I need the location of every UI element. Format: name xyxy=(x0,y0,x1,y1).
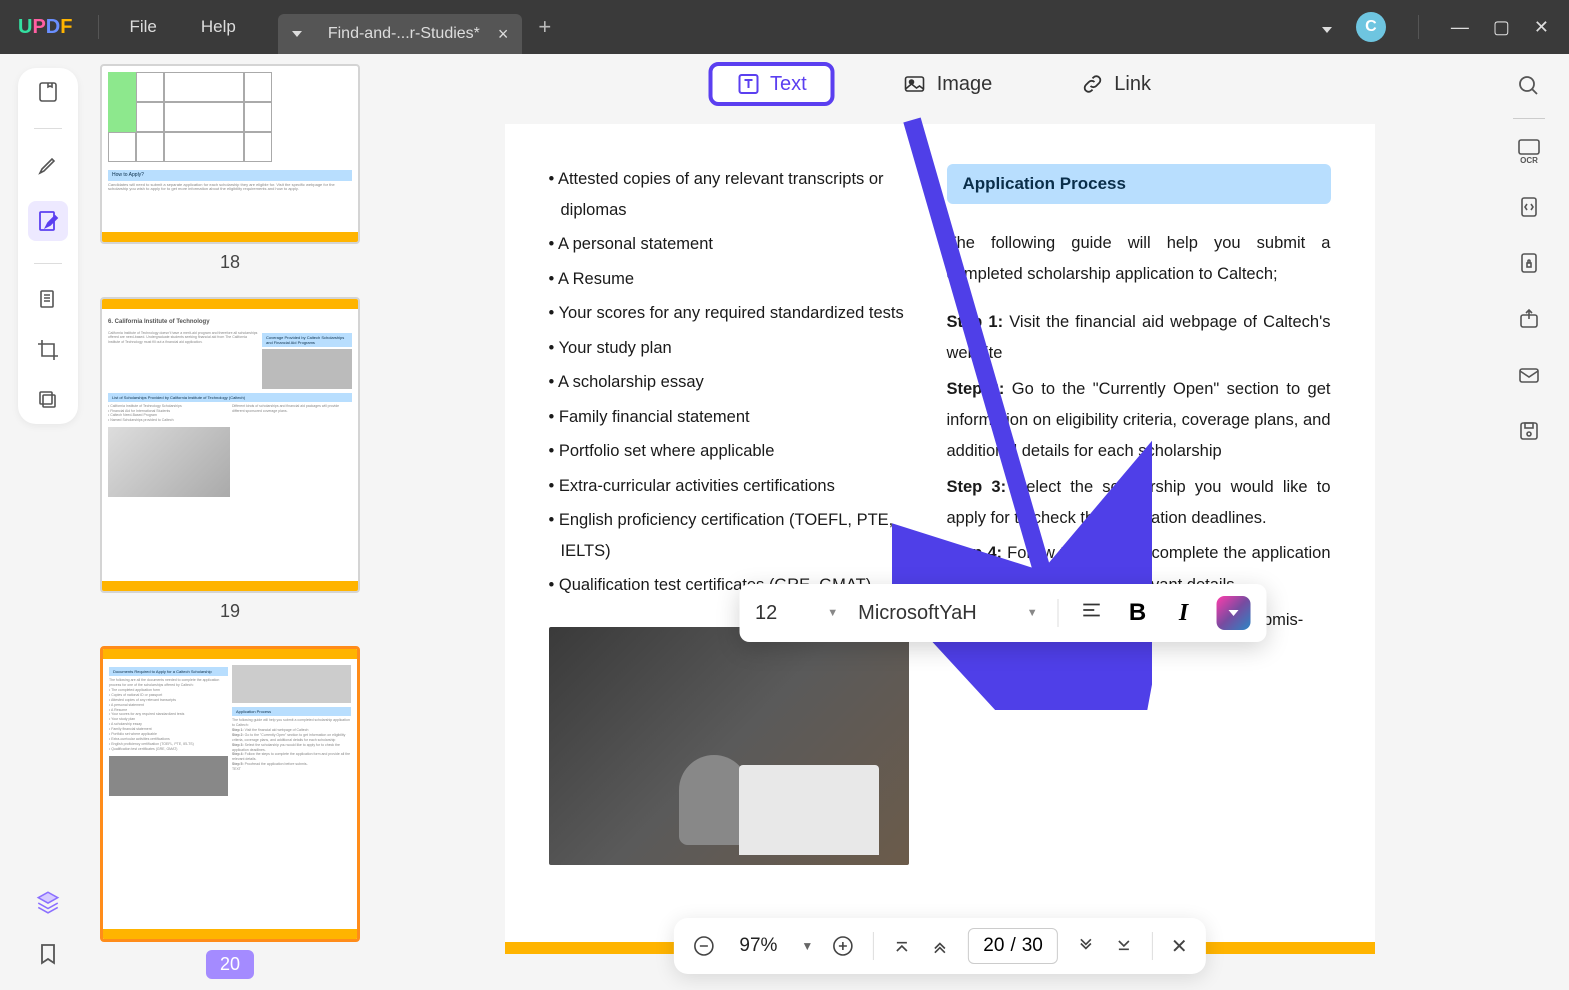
pages-tool-icon[interactable] xyxy=(34,286,62,314)
list-item: • English proficiency certification (TOE… xyxy=(549,505,909,566)
page-content: • Attested copies of any relevant transc… xyxy=(505,124,1375,954)
protect-icon[interactable] xyxy=(1515,249,1543,277)
tab-area: Find-and-...r-Studies* × + xyxy=(278,0,551,54)
list-item: • Your scores for any required standardi… xyxy=(549,298,909,329)
list-item: • A scholarship essay xyxy=(549,367,909,398)
zoom-level: 97% xyxy=(733,935,783,957)
next-page-button[interactable] xyxy=(1076,936,1096,956)
zoom-in-button[interactable] xyxy=(831,934,855,958)
list-item: • Family financial statement xyxy=(549,402,909,433)
list-item: • Attested copies of any relevant transc… xyxy=(549,164,909,225)
image-tool-label: Image xyxy=(937,73,993,96)
prev-page-button[interactable] xyxy=(930,936,950,956)
edit-tool-icon[interactable] xyxy=(28,201,68,241)
menu-file[interactable]: File xyxy=(107,17,178,37)
list-item: • A Resume xyxy=(549,264,909,295)
font-size-select[interactable]: 12▼ xyxy=(755,602,838,625)
page-navigation-bar: 97% ▼ 20 / 30 ✕ xyxy=(673,918,1205,974)
document-canvas: Text Image Link • Attested copies of any… xyxy=(390,54,1489,990)
first-page-button[interactable] xyxy=(892,936,912,956)
convert-icon[interactable] xyxy=(1515,193,1543,221)
tab-close-icon[interactable]: × xyxy=(498,24,509,45)
layers-icon[interactable] xyxy=(34,888,62,916)
ocr-icon[interactable]: OCR xyxy=(1515,137,1543,165)
last-page-button[interactable] xyxy=(1114,936,1134,956)
thumbnail-panel: How to Apply? Candidates will need to su… xyxy=(90,54,390,990)
bold-button[interactable]: B xyxy=(1125,599,1151,627)
text-tool-label: Text xyxy=(770,73,807,96)
list-item: • Portfolio set where applicable xyxy=(549,436,909,467)
divider xyxy=(1418,15,1419,39)
thumbnail-label: 18 xyxy=(100,252,360,273)
editing-text-value: TEXT xyxy=(1076,653,1122,673)
minimize-button[interactable]: — xyxy=(1451,17,1469,38)
step-item: Step 3: Select the scholarship you would… xyxy=(947,472,1331,535)
highlight-tool-icon[interactable] xyxy=(34,151,62,179)
thumbnail-page-19[interactable]: 6. California Institute of Technology Ca… xyxy=(100,297,360,593)
page-number-input[interactable]: 20 / 30 xyxy=(968,928,1058,964)
bookmark-icon[interactable] xyxy=(34,940,62,968)
thumbnail-label: 19 xyxy=(100,601,360,622)
maximize-button[interactable]: ▢ xyxy=(1493,17,1510,38)
save-icon[interactable] xyxy=(1515,417,1543,445)
step-item: Step 2: Go to the "Currently Open" secti… xyxy=(947,374,1331,468)
zoom-out-button[interactable] xyxy=(691,934,715,958)
font-family-select[interactable]: MicrosoftYaH▼ xyxy=(858,602,1037,625)
thumbnail-label-selected: 20 xyxy=(206,950,254,979)
image-tool-button[interactable]: Image xyxy=(883,64,1013,104)
tab-title: Find-and-...r-Studies* xyxy=(328,25,480,43)
window-controls: C — ▢ ✕ xyxy=(1322,12,1569,42)
titlebar: UPDF File Help Find-and-...r-Studies* × … xyxy=(0,0,1569,54)
thumbnail-page-18[interactable]: How to Apply? Candidates will need to su… xyxy=(100,64,360,244)
close-bar-button[interactable]: ✕ xyxy=(1171,934,1188,959)
bottom-left-tools xyxy=(34,888,62,968)
content-image xyxy=(549,627,909,865)
batch-tool-icon[interactable] xyxy=(34,386,62,414)
document-tab[interactable]: Find-and-...r-Studies* × xyxy=(278,14,523,54)
edit-toolbar: Text Image Link xyxy=(708,62,1171,106)
right-rail: OCR xyxy=(1489,54,1569,990)
text-color-picker[interactable] xyxy=(1217,596,1251,630)
reader-tool-icon[interactable] xyxy=(34,78,62,106)
right-column: Application Process The following guide … xyxy=(947,164,1331,865)
left-rail xyxy=(0,54,90,990)
intro-paragraph: The following guide will help you submit… xyxy=(947,228,1331,289)
app-logo: UPDF xyxy=(0,16,90,39)
left-column: • Attested copies of any relevant transc… xyxy=(549,164,909,865)
text-tool-button[interactable]: Text xyxy=(708,62,835,106)
step-item: Step 1: Visit the financial aid webpage … xyxy=(947,307,1331,370)
align-left-icon[interactable] xyxy=(1079,599,1105,628)
search-icon[interactable] xyxy=(1515,72,1543,100)
crop-tool-icon[interactable] xyxy=(34,336,62,364)
link-tool-button[interactable]: Link xyxy=(1060,64,1171,104)
list-item: • Extra-curricular activities certificat… xyxy=(549,471,909,502)
email-icon[interactable] xyxy=(1515,361,1543,389)
user-avatar[interactable]: C xyxy=(1356,12,1386,42)
divider xyxy=(98,15,99,39)
thumbnail-page-20[interactable]: Documents Required to Apply for a Caltec… xyxy=(100,646,360,942)
share-icon[interactable] xyxy=(1515,305,1543,333)
link-tool-label: Link xyxy=(1114,73,1151,96)
zoom-dropdown-icon[interactable]: ▼ xyxy=(801,939,813,953)
section-header: Application Process xyxy=(947,164,1331,204)
list-item: • Your study plan xyxy=(549,333,909,364)
text-format-toolbar: 12▼ MicrosoftYaH▼ B I xyxy=(739,584,1267,642)
italic-button[interactable]: I xyxy=(1171,600,1197,627)
list-item: • A personal statement xyxy=(549,229,909,260)
chevron-down-icon[interactable] xyxy=(1322,17,1332,38)
new-tab-button[interactable]: + xyxy=(538,14,551,40)
text-edit-field[interactable]: TEXT xyxy=(1066,649,1134,678)
menu-help[interactable]: Help xyxy=(179,17,258,37)
close-button[interactable]: ✕ xyxy=(1534,17,1549,38)
tab-dropdown-icon[interactable] xyxy=(292,31,302,37)
